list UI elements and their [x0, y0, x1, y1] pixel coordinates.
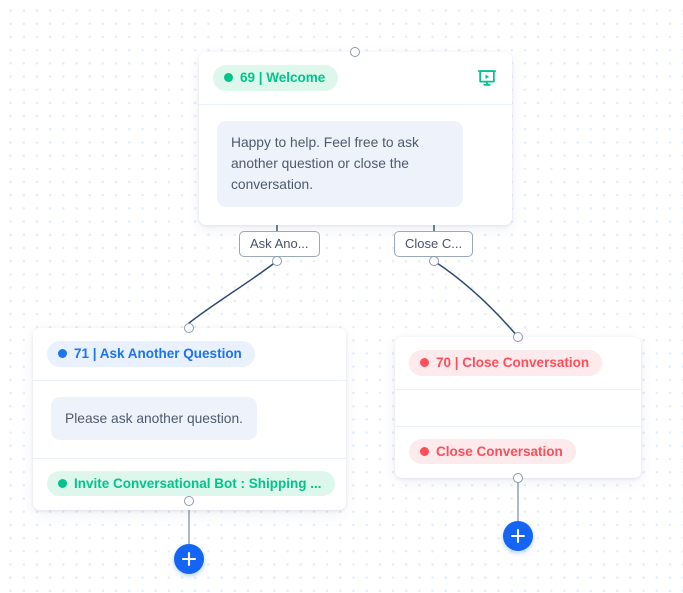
- node-ask-another-action-badge[interactable]: Invite Conversational Bot : Shipping ...: [47, 470, 335, 497]
- edge-label-ask-another[interactable]: Ask Ano...: [239, 231, 320, 258]
- node-welcome-badge[interactable]: 69 | Welcome: [213, 65, 339, 91]
- status-dot-red-icon: [420, 358, 429, 368]
- node-welcome[interactable]: 69 | Welcome Happy to help. Feel free to…: [199, 52, 512, 225]
- node-ask-another-message-bubble: Please ask another question.: [51, 396, 257, 440]
- edge-label-close-conversation-handle[interactable]: [429, 256, 439, 266]
- node-close-conversation-badge-label: 70 | Close Conversation: [436, 355, 590, 370]
- plus-icon: [181, 551, 197, 567]
- node-ask-another-question[interactable]: 71 | Ask Another Question Please ask ano…: [33, 328, 346, 511]
- node-welcome-message-bubble: Happy to help. Feel free to ask another …: [217, 120, 463, 207]
- node-close-conversation-handle-top[interactable]: [513, 332, 523, 342]
- node-close-conversation-action-badge[interactable]: Close Conversation: [409, 438, 576, 465]
- node-close-conversation[interactable]: 70 | Close Conversation Close Conversati…: [395, 337, 641, 479]
- flow-canvas[interactable]: 69 | Welcome Happy to help. Feel free to…: [0, 0, 683, 593]
- node-welcome-body: Happy to help. Feel free to ask another …: [199, 103, 512, 225]
- node-ask-another-handle-top[interactable]: [184, 323, 194, 333]
- presentation-play-icon[interactable]: [476, 67, 498, 89]
- status-dot-red-icon: [420, 446, 429, 456]
- node-close-conversation-action-row: Close Conversation: [395, 425, 641, 479]
- edge-ask-another-curve: [188, 260, 278, 324]
- node-close-conversation-action-label: Close Conversation: [436, 443, 563, 459]
- add-node-button-right[interactable]: [503, 521, 533, 551]
- node-ask-another-action-label: Invite Conversational Bot : Shipping ...: [74, 475, 322, 491]
- node-ask-another-handle-bottom[interactable]: [184, 496, 194, 506]
- add-node-button-left[interactable]: [174, 544, 204, 574]
- node-close-conversation-header: 70 | Close Conversation: [395, 337, 641, 389]
- status-dot-green-icon: [224, 73, 233, 83]
- plus-icon: [510, 528, 526, 544]
- edge-close-conversation-curve: [433, 260, 519, 338]
- status-dot-green-icon: [58, 479, 67, 489]
- node-ask-another-badge[interactable]: 71 | Ask Another Question: [47, 341, 255, 367]
- node-welcome-header: 69 | Welcome: [199, 52, 512, 104]
- status-dot-blue-icon: [58, 349, 67, 359]
- node-ask-another-badge-label: 71 | Ask Another Question: [74, 346, 242, 361]
- node-welcome-badge-label: 69 | Welcome: [240, 70, 326, 85]
- node-welcome-handle-top[interactable]: [350, 47, 360, 57]
- edge-label-ask-another-handle[interactable]: [272, 256, 282, 266]
- node-close-conversation-empty-body: [395, 388, 641, 426]
- edge-label-close-conversation[interactable]: Close C...: [394, 231, 474, 258]
- node-ask-another-body: Please ask another question.: [33, 379, 346, 458]
- node-close-conversation-badge[interactable]: 70 | Close Conversation: [409, 350, 603, 376]
- node-ask-another-header: 71 | Ask Another Question: [33, 328, 346, 380]
- node-close-conversation-handle-bottom[interactable]: [513, 473, 523, 483]
